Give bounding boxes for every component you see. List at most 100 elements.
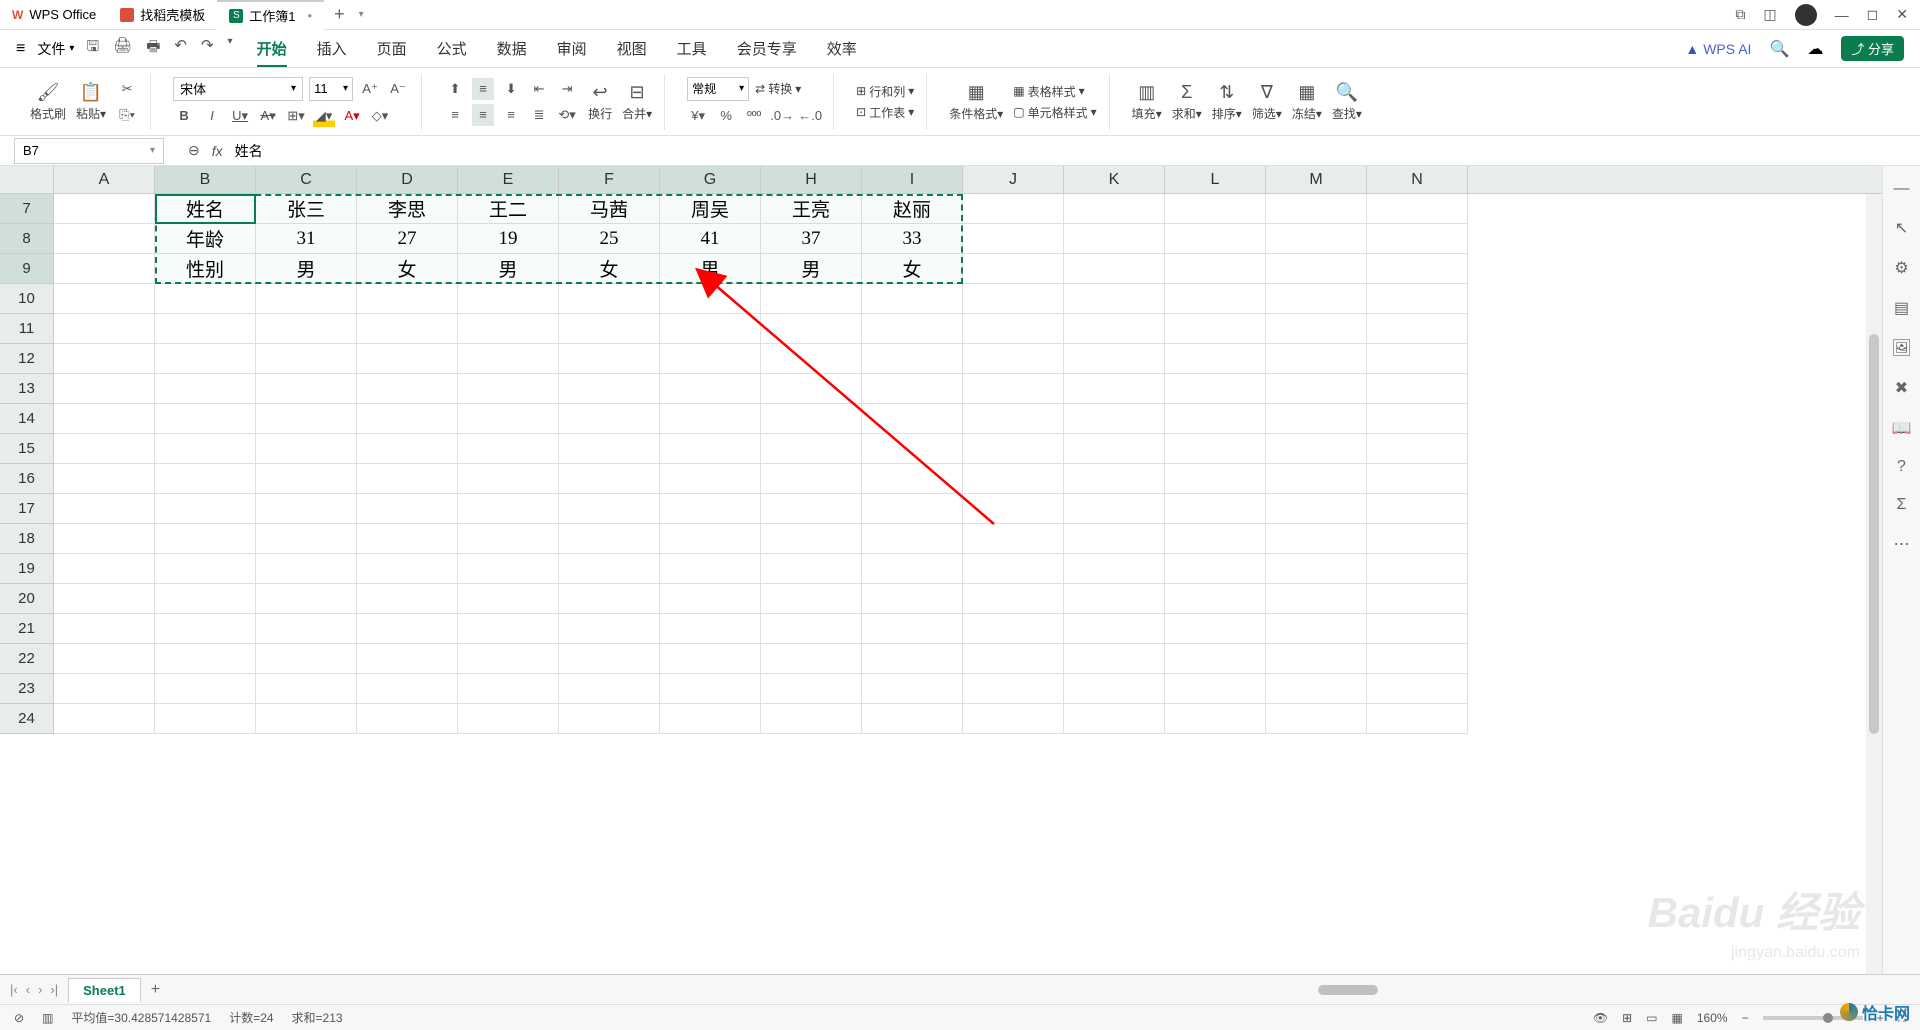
cell[interactable] [1266,644,1367,674]
cell[interactable]: 年龄 [155,224,256,254]
col-E[interactable]: E [458,166,559,193]
copy-icon[interactable]: ⎘▾ [116,104,138,126]
cell[interactable]: 性别 [155,254,256,284]
orientation-icon[interactable]: ⟲▾ [556,104,578,126]
wrap-button[interactable]: ↩换行 [588,82,612,122]
row-21[interactable]: 21 [0,614,54,644]
cell[interactable]: 31 [256,224,357,254]
cell[interactable] [357,494,458,524]
cell[interactable] [963,374,1064,404]
cell[interactable] [963,344,1064,374]
cell[interactable] [256,584,357,614]
wps-ai-button[interactable]: ▲WPS AI [1685,41,1751,57]
cell[interactable] [963,674,1064,704]
qat-more-icon[interactable]: ▾ [228,36,233,61]
cell[interactable] [660,344,761,374]
cell[interactable] [458,494,559,524]
cell[interactable] [963,704,1064,734]
cell[interactable] [1266,224,1367,254]
cell[interactable] [458,464,559,494]
cell[interactable] [256,344,357,374]
cell[interactable]: 姓名 [155,194,256,224]
cell[interactable] [357,584,458,614]
layers-panel-icon[interactable]: ▤ [1894,298,1909,318]
view-normal-icon[interactable]: ▭ [1646,1011,1657,1025]
cube-icon[interactable]: ◫ [1763,6,1776,23]
print-icon[interactable]: 🖶 [146,36,160,61]
col-J[interactable]: J [963,166,1064,193]
cell[interactable] [155,404,256,434]
hamburger-icon[interactable]: ≡ [16,40,25,58]
cell[interactable] [559,344,660,374]
align-center-icon[interactable]: ≡ [472,104,494,126]
cell[interactable] [1064,554,1165,584]
cell[interactable] [761,314,862,344]
window-copy-icon[interactable]: ⧉ [1735,6,1745,23]
cell[interactable]: 女 [559,254,660,284]
cell[interactable] [1165,584,1266,614]
cell[interactable] [862,314,963,344]
col-F[interactable]: F [559,166,660,193]
col-N[interactable]: N [1367,166,1468,193]
number-format-select[interactable]: 常规▾ [687,77,749,101]
cell[interactable] [54,464,155,494]
save-icon[interactable]: 🖫 [86,36,99,61]
cell[interactable] [1266,374,1367,404]
row-17[interactable]: 17 [0,494,54,524]
cell[interactable] [761,404,862,434]
book-panel-icon[interactable]: 📖 [1892,418,1912,438]
strikethrough-icon[interactable]: A▾ [257,105,279,127]
cell[interactable] [1165,644,1266,674]
cell[interactable]: 女 [862,254,963,284]
cell[interactable] [1367,464,1468,494]
cell[interactable] [963,434,1064,464]
cell[interactable] [256,494,357,524]
col-A[interactable]: A [54,166,155,193]
cell[interactable] [1367,284,1468,314]
cell[interactable] [155,704,256,734]
tab-efficiency[interactable]: 效率 [827,38,857,59]
cell[interactable] [458,644,559,674]
cell[interactable] [559,584,660,614]
cell[interactable] [256,284,357,314]
align-right-icon[interactable]: ≡ [500,104,522,126]
fill-button[interactable]: ▥填充▾ [1132,82,1162,122]
cell[interactable] [155,674,256,704]
font-select[interactable]: 宋体▾ [173,77,303,101]
cell[interactable] [458,524,559,554]
cell[interactable] [559,374,660,404]
decrease-font-icon[interactable]: A⁻ [387,78,409,100]
cell[interactable] [761,494,862,524]
cell[interactable] [963,314,1064,344]
tab-view[interactable]: 视图 [617,38,647,59]
cell[interactable] [1266,674,1367,704]
format-brush-button[interactable]: 🖌格式刷 [30,82,66,122]
cell[interactable] [1165,494,1266,524]
cell[interactable]: 女 [357,254,458,284]
cell[interactable] [862,674,963,704]
cell[interactable] [1165,704,1266,734]
view-eye-icon[interactable]: 👁 [1593,1011,1608,1025]
cell[interactable]: 37 [761,224,862,254]
cell[interactable] [256,704,357,734]
cell[interactable] [256,374,357,404]
cell[interactable] [660,704,761,734]
comma-icon[interactable]: ººº [743,105,765,127]
settings-panel-icon[interactable]: ⚙ [1894,258,1908,278]
cell[interactable] [559,554,660,584]
file-button[interactable]: 文件▾ [37,39,74,59]
cell[interactable] [862,284,963,314]
cloud-icon[interactable]: ☁ [1807,39,1823,59]
cell[interactable] [761,374,862,404]
cell[interactable] [1165,404,1266,434]
cell[interactable] [1266,284,1367,314]
cell[interactable] [761,614,862,644]
row-20[interactable]: 20 [0,584,54,614]
cell[interactable] [1367,404,1468,434]
minimize-icon[interactable]: — [1835,7,1849,23]
cell[interactable] [256,464,357,494]
cell[interactable] [761,554,862,584]
cell[interactable]: 男 [660,254,761,284]
cell[interactable] [761,704,862,734]
tab-home[interactable]: 开始 [257,38,287,67]
